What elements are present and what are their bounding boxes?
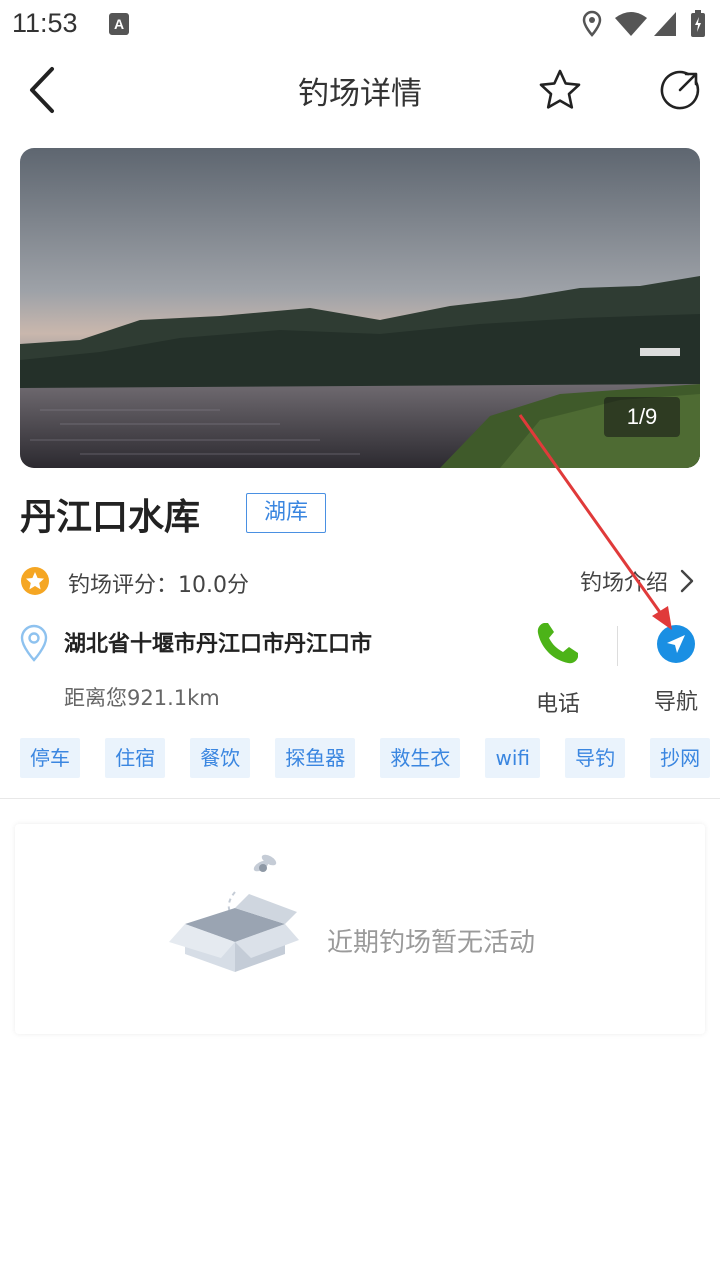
accessibility-icon: A [108,12,130,40]
action-divider [617,626,618,666]
facility-tag-fish-finder: 探鱼器 [275,738,356,778]
section-divider [0,798,720,799]
favorite-button[interactable] [530,60,590,120]
share-button[interactable] [650,60,710,120]
facility-tags: 停车 住宿 餐饮 探鱼器 救生衣 wifi 导钓 抄网 鱼 [20,738,720,778]
facility-tag-lodging: 住宿 [105,738,166,778]
navigate-label: 导航 [653,690,698,715]
chevron-right-icon [680,569,694,593]
status-time: 11:53 [12,8,78,38]
navigate-icon [657,625,695,663]
status-bar: 11:53 A [0,0,720,50]
empty-activities-text: 近期钓场暂无活动 [327,928,536,958]
location-icon [580,10,604,42]
rating-label: 钓场评分：10.0分 [68,573,249,598]
rating-star-icon [20,566,50,600]
star-outline-icon [539,69,581,109]
facility-tag-life-vest: 救生衣 [380,738,461,778]
spot-type-tag: 湖库 [246,493,326,533]
photo-counter: 1/9 [604,397,680,437]
facility-tag-net: 抄网 [650,738,711,778]
facility-tag-parking: 停车 [20,738,80,778]
phone-button[interactable]: 电话 [513,620,603,718]
phone-label: 电话 [535,692,580,717]
facility-tag-guide: 导钓 [565,738,626,778]
spot-intro-label: 钓场介绍 [579,571,668,596]
empty-box-icon [165,854,305,1008]
app-header: 钓场详情 [0,50,720,130]
facility-tag-wifi: wifi [485,738,540,778]
spot-photo[interactable] [20,148,700,468]
spot-address: 湖北省十堰市丹江口市丹江口市 [64,632,373,657]
rating-row: 钓场评分：10.0分 钓场介绍 [20,562,710,602]
address-pin-icon [20,624,48,666]
share-icon [660,70,700,110]
spot-name: 丹江口水库 [20,497,201,538]
spot-distance: 距离您921.1km [64,686,220,710]
wifi-icon [614,10,648,42]
activities-empty-card: 近期钓场暂无活动 [15,824,705,1034]
phone-icon [537,623,578,664]
svg-text:A: A [114,16,124,32]
spot-intro-link[interactable]: 钓场介绍 [580,565,694,597]
battery-icon [690,10,706,42]
navigate-button[interactable]: 导航 [631,620,720,716]
signal-icon [652,10,678,42]
page-title: 钓场详情 [298,76,422,112]
facility-tag-dining: 餐饮 [190,738,251,778]
